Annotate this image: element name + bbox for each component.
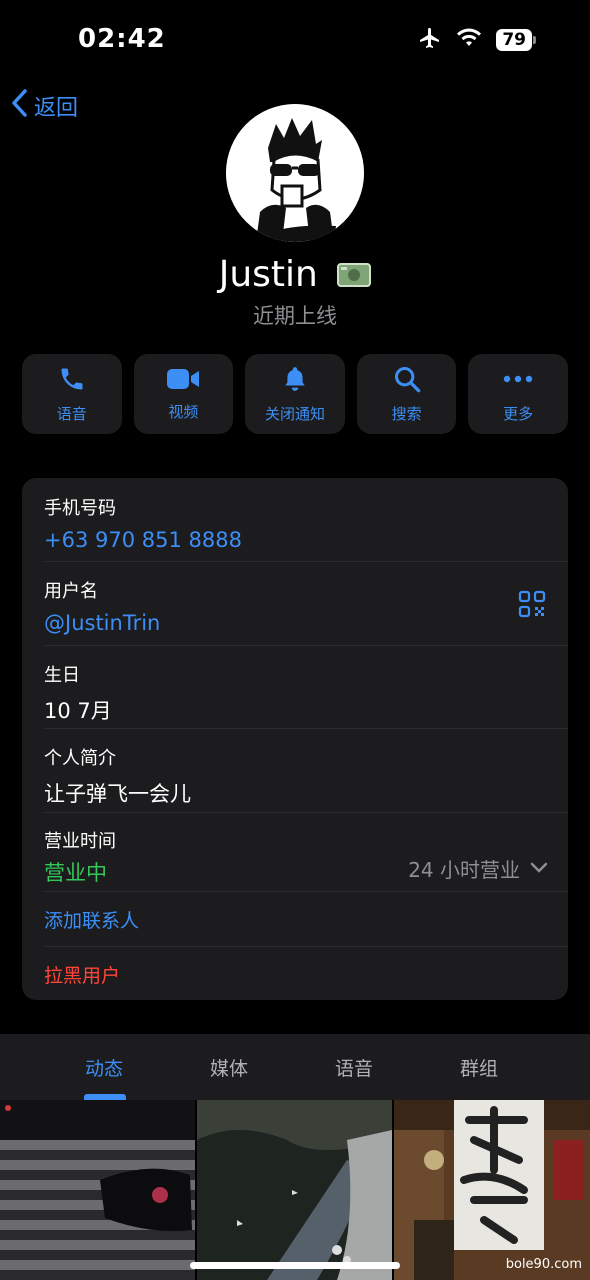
tab-voice[interactable]: 语音	[314, 1054, 394, 1081]
profile-name-row: Justin	[0, 254, 590, 297]
search-button[interactable]: 搜索	[356, 354, 457, 434]
birthday-value: 10 7月	[44, 699, 112, 723]
search-icon	[393, 365, 421, 397]
home-indicator	[190, 1262, 400, 1269]
avatar[interactable]	[226, 104, 364, 242]
back-label: 返回	[34, 96, 79, 121]
media-thumbnail[interactable]: bole90.com	[394, 1100, 590, 1280]
birthday-row: 生日 10 7月	[22, 661, 568, 725]
battery-level: 79	[496, 29, 532, 51]
video-icon	[166, 367, 200, 395]
wifi-icon	[456, 28, 482, 52]
bio-row: 个人简介 让子弹飞一会儿	[22, 744, 568, 808]
username-value[interactable]: @JustinTrin	[44, 611, 568, 635]
add-contact-row[interactable]: 添加联系人	[22, 906, 568, 933]
mute-notifications-button[interactable]: 关闭通知	[245, 354, 345, 434]
more-icon	[503, 365, 533, 397]
bell-icon	[282, 365, 308, 397]
phone-icon	[58, 365, 86, 397]
profile-name: Justin	[218, 254, 318, 295]
block-user-button[interactable]: 拉黑用户	[44, 961, 568, 988]
action-bar: 语音 视频 关闭通知 搜索 更多	[22, 354, 568, 434]
bio-label: 个人简介	[44, 748, 116, 769]
media-thumbnail[interactable]	[0, 1100, 195, 1280]
media-thumbnail[interactable]	[197, 1100, 392, 1280]
status-time: 02:42	[78, 24, 166, 54]
chevron-down-icon	[530, 859, 548, 878]
tab-media[interactable]: 媒体	[189, 1054, 269, 1081]
business-hours-toggle[interactable]: 24 小时营业	[408, 854, 548, 883]
username-row[interactable]: 用户名 @JustinTrin	[22, 577, 568, 635]
video-call-label: 视频	[168, 402, 199, 421]
tab-posts[interactable]: 动态	[64, 1054, 144, 1081]
airplane-icon	[418, 26, 442, 54]
business-hours-label: 营业时间	[44, 831, 116, 852]
more-label: 更多	[503, 404, 534, 423]
phone-value[interactable]: +63 970 851 8888	[44, 528, 568, 552]
watermark: bole90.com	[505, 1257, 582, 1272]
block-user-row[interactable]: 拉黑用户	[22, 961, 568, 988]
mute-notifications-label: 关闭通知	[264, 404, 325, 423]
dollar-banknote-icon	[337, 256, 372, 297]
info-card: 手机号码 +63 970 851 8888 用户名 @JustinTrin 生日…	[22, 478, 568, 1000]
birthday-label: 生日	[44, 665, 80, 686]
chevron-left-icon	[10, 88, 28, 124]
bio-value: 让子弹飞一会儿	[44, 782, 191, 806]
search-label: 搜索	[391, 404, 422, 423]
voice-call-button[interactable]: 语音	[22, 354, 122, 434]
phone-row[interactable]: 手机号码 +63 970 851 8888	[22, 494, 568, 552]
video-call-button[interactable]: 视频	[133, 354, 234, 434]
battery-indicator: 79	[496, 29, 536, 51]
username-label: 用户名	[44, 581, 98, 602]
add-contact-button[interactable]: 添加联系人	[44, 906, 568, 933]
back-button[interactable]: 返回	[10, 88, 78, 124]
voice-call-label: 语音	[56, 404, 87, 423]
qr-code-icon[interactable]	[518, 590, 546, 622]
status-bar: 02:42 79	[0, 0, 590, 80]
profile-status: 近期上线	[253, 304, 337, 328]
phone-label: 手机号码	[44, 498, 116, 519]
business-hours-detail: 24 小时营业	[408, 858, 520, 882]
media-tabs: 动态 媒体 语音 群组	[0, 1034, 590, 1100]
more-button[interactable]: 更多	[468, 354, 568, 434]
tab-groups[interactable]: 群组	[439, 1054, 519, 1081]
